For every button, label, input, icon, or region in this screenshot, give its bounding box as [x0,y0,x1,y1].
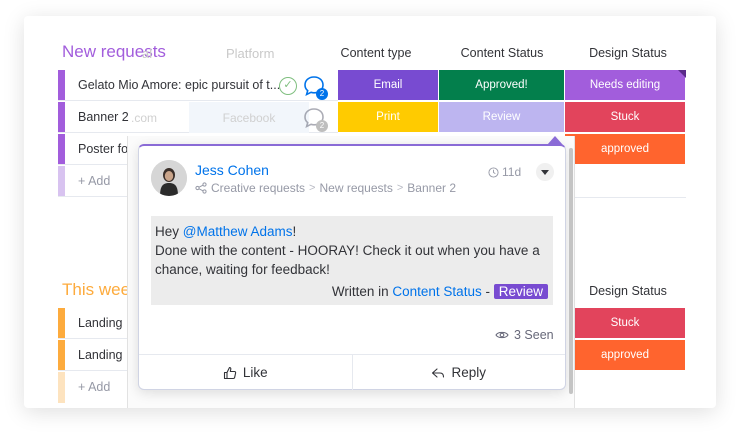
item-name[interactable]: Poster fo [78,142,128,156]
thumbs-up-icon [223,366,237,379]
design-status-cell[interactable]: approved [565,134,686,165]
mention-link[interactable]: @Matthew Adams [183,224,293,239]
content-type-cell[interactable]: Print [338,102,439,133]
breadcrumb-item[interactable]: Banner 2 [407,181,456,195]
update-text: Done with the content - HOORAY! Check it… [155,243,540,277]
design-status-cell[interactable]: Stuck [565,102,686,133]
content-status-cell[interactable]: Review [439,102,565,133]
chevron-right-icon: > [396,182,404,194]
content-status-cell[interactable]: Approved! [439,70,565,101]
greeting-text: Hey [155,224,180,239]
breadcrumb-item[interactable]: New requests [319,181,392,195]
like-label: Like [242,365,268,380]
design-status-cell[interactable]: approved [565,340,686,371]
column-header-content-type[interactable]: Content type [338,46,414,60]
group-color-bar [58,340,65,370]
group-color-bar [58,308,65,338]
design-status-cell[interactable]: Stuck [565,308,686,339]
share-icon [195,182,207,194]
board-card: New requests al Platform Content type Co… [24,16,716,408]
update-body: Hey @Matthew Adams! Done with the conten… [151,216,553,305]
updates-bubble-icon[interactable]: 2 [303,75,328,100]
written-prefix: Written in [331,284,389,299]
breadcrumb-item[interactable]: Creative requests [211,181,305,195]
item-name[interactable]: Gelato Mio Amore: epic pursuit of t... [78,78,280,92]
column-header-design-status[interactable]: Design Status [582,46,674,60]
group-color-bar [58,372,65,403]
written-column-link[interactable]: Content Status [392,284,481,299]
item-name[interactable]: Landing P [78,316,134,330]
clock-icon [488,166,499,178]
content-type-cell[interactable]: Email [338,70,439,101]
item-name[interactable]: Landing P [78,348,134,362]
item-name[interactable]: Banner 2 [78,110,129,124]
reply-label: Reply [451,365,486,380]
reply-button[interactable]: Reply [351,355,566,390]
platform-cell[interactable]: Facebook [189,102,309,133]
eye-icon [495,331,509,339]
update-menu-button[interactable] [536,163,554,181]
status-badge: Review [493,284,548,299]
updates-bubble-icon[interactable]: 2 [303,107,328,132]
seen-text: 3 Seen [514,328,554,342]
avatar[interactable] [151,160,187,196]
ghost-date-cell: .com [130,110,157,125]
timestamp-text: 11d [502,165,522,179]
written-in-line: Written in Content Status - Review [332,282,548,301]
design-status-cell[interactable]: Needs editing [565,70,686,101]
scrollbar[interactable] [569,148,573,394]
menu-arrow-icon [541,169,549,175]
popup-pointer [547,136,563,145]
updates-count-badge: 2 [316,120,328,132]
group-color-bar [58,166,65,196]
add-item-button[interactable]: + Add [78,174,110,188]
mention-end: ! [292,224,297,239]
check-circle-icon: ✓ [279,77,297,95]
timestamp: 11d [488,165,521,179]
hidden-column-platform: Platform [226,46,275,61]
update-card: Jess Cohen Creative requests > New reque… [138,136,566,390]
add-item-button[interactable]: + Add [78,380,110,394]
column-header-design-status[interactable]: Design Status [582,284,674,298]
breadcrumb: Creative requests > New requests > Banne… [195,181,456,195]
update-indicator-icon [678,70,686,78]
group-color-bar [58,70,65,100]
written-dash: - [485,284,490,299]
like-button[interactable]: Like [139,355,352,390]
group-color-bar [58,102,65,132]
divider [565,197,686,198]
reply-icon [432,367,445,378]
updates-count-badge: 2 [316,88,328,100]
column-header-content-status[interactable]: Content Status [454,46,550,60]
group-color-bar [58,134,65,164]
seen-counter[interactable]: 3 Seen [495,328,554,342]
author-name[interactable]: Jess Cohen [195,162,269,178]
hidden-column-publish-date: al [142,46,153,61]
chevron-right-icon: > [309,182,316,194]
update-actions: Like Reply [139,354,565,390]
